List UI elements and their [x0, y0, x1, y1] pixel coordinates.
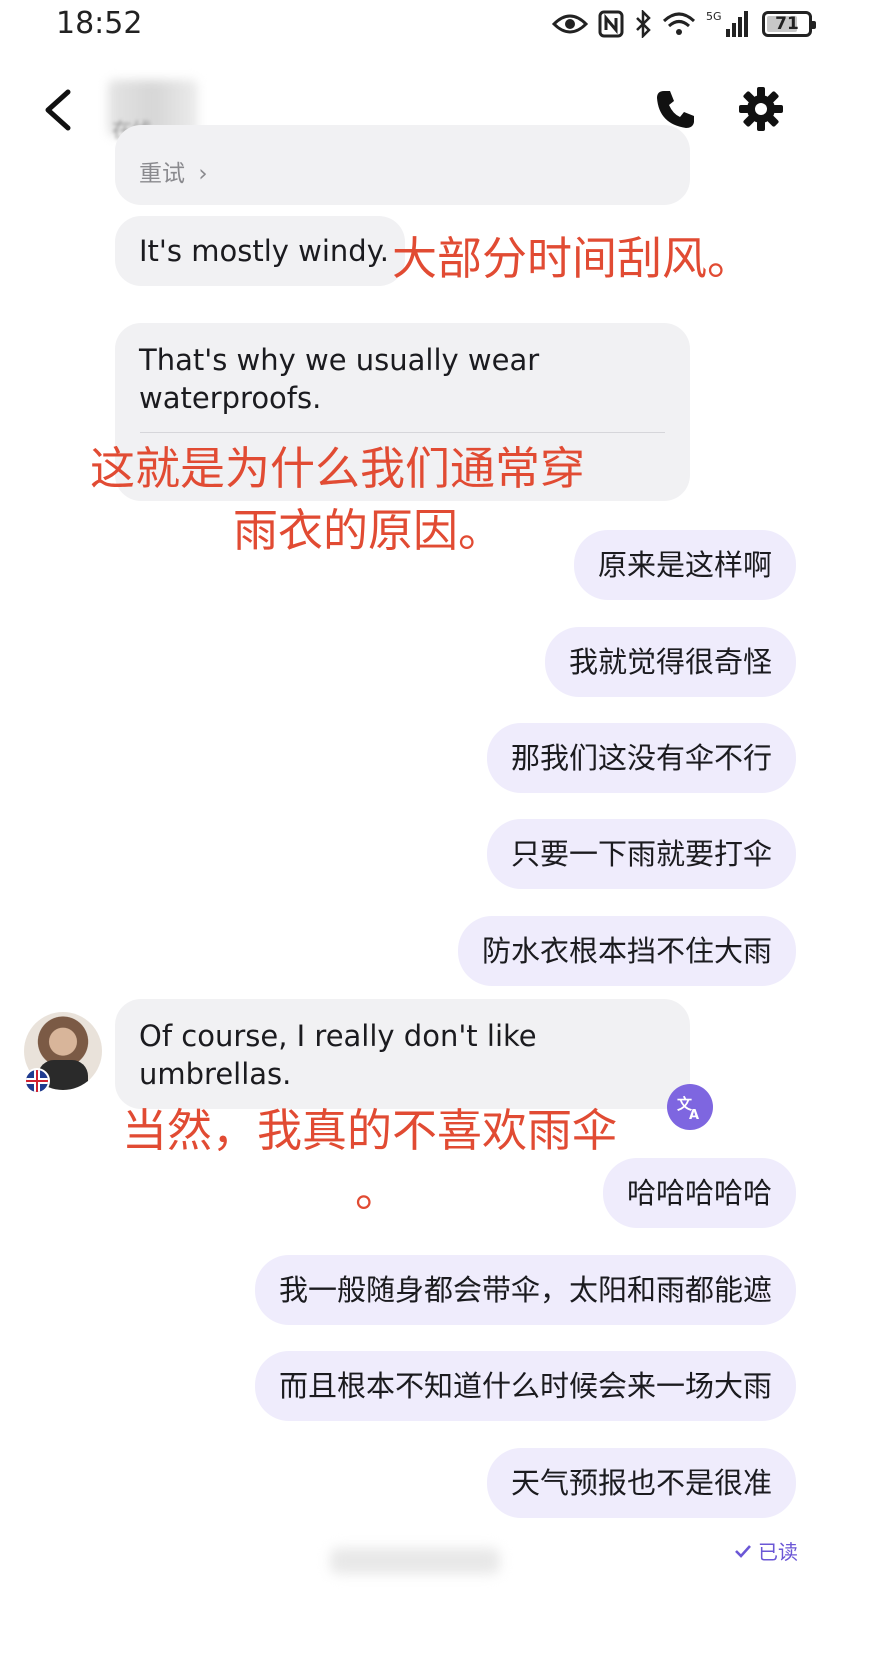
outgoing-message[interactable]: 我就觉得很奇怪: [544, 627, 796, 697]
eye-icon: [552, 14, 588, 34]
incoming-message[interactable]: It's mostly windy.: [115, 216, 405, 286]
gear-icon: [739, 87, 783, 131]
outgoing-message[interactable]: 天气预报也不是很准: [486, 1448, 796, 1518]
translate-icon: 文A: [677, 1095, 699, 1121]
translate-button[interactable]: 文A: [667, 1084, 713, 1130]
status-time: 18:52: [56, 6, 143, 41]
retry-bubble[interactable]: 重试 ›: [115, 125, 690, 205]
watermark-blurred: [330, 1548, 500, 1574]
translation-overlay: 当然，我真的不喜欢雨伞: [122, 1104, 618, 1157]
outgoing-message[interactable]: 那我们这没有伞不行: [486, 723, 796, 793]
outgoing-message[interactable]: 而且根本不知道什么时候会来一场大雨: [254, 1351, 796, 1421]
translation-overlay: 雨衣的原因。: [233, 504, 504, 557]
retry-label: 重试: [139, 161, 185, 187]
back-icon: [45, 89, 71, 131]
outgoing-message[interactable]: 防水衣根本挡不住大雨: [457, 916, 796, 986]
uk-flag-icon: [24, 1068, 50, 1094]
translation-overlay: 。: [355, 1164, 401, 1217]
svg-text:A: A: [689, 1108, 699, 1121]
translation-overlay: 大部分时间刮风。: [392, 232, 753, 285]
translation-overlay: 这就是为什么我们通常穿: [90, 442, 586, 495]
settings-button[interactable]: [738, 86, 784, 132]
translation-divider: [140, 432, 665, 433]
incoming-message[interactable]: Of course, I really don't like umbrellas…: [115, 999, 690, 1109]
nfc-icon: [598, 10, 624, 38]
outgoing-message[interactable]: 原来是这样啊: [573, 530, 796, 600]
back-button[interactable]: [40, 88, 80, 132]
chevron-right-icon: ›: [198, 161, 208, 187]
status-icons: 5G 71: [552, 6, 816, 42]
wifi-icon: [662, 12, 696, 35]
outgoing-message[interactable]: 哈哈哈哈哈: [602, 1158, 796, 1228]
read-status: 已读: [734, 1536, 798, 1565]
call-button[interactable]: [655, 88, 697, 130]
svg-text:5G: 5G: [706, 10, 722, 23]
phone-icon: [657, 91, 694, 128]
signal-icon: 5G: [706, 10, 748, 37]
outgoing-message[interactable]: 只要一下雨就要打伞: [486, 819, 796, 889]
bluetooth-icon: [636, 10, 651, 38]
outgoing-message[interactable]: 我一般随身都会带伞，太阳和雨都能遮: [254, 1255, 796, 1325]
battery-indicator: 71: [762, 11, 816, 37]
check-icon: [735, 1544, 751, 1558]
